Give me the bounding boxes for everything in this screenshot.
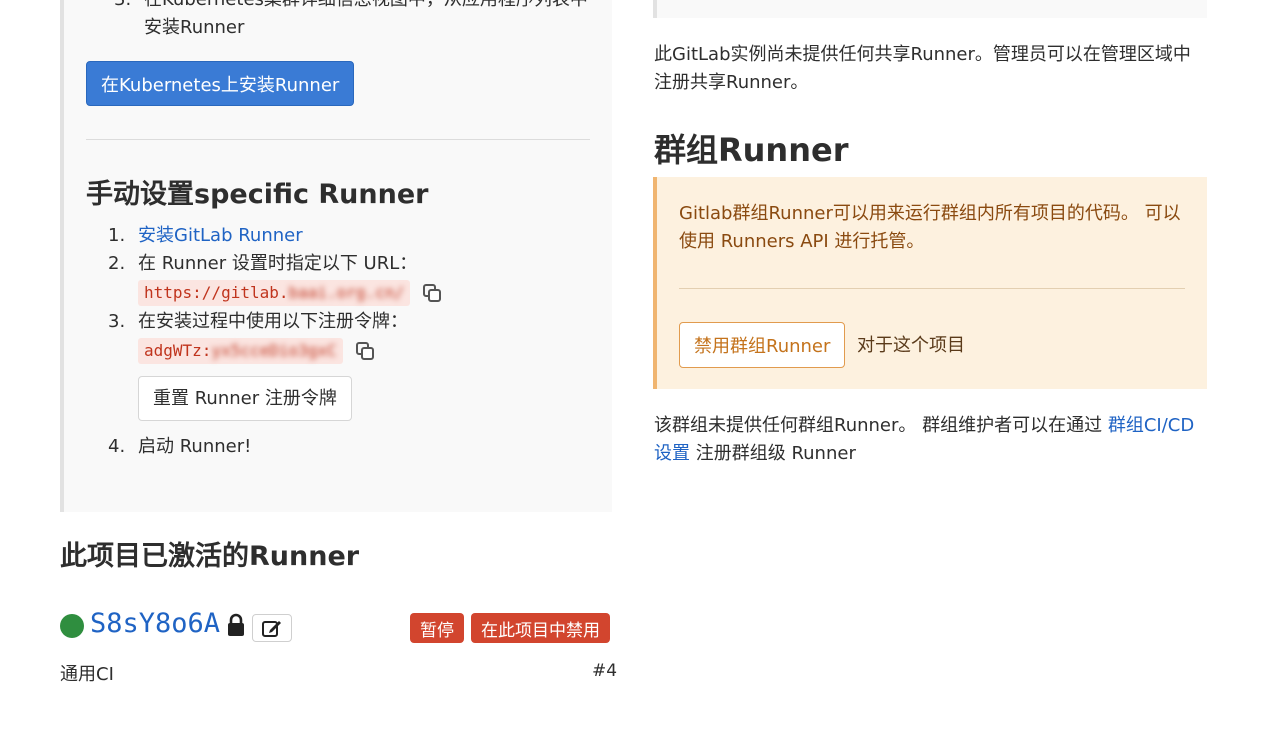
registration-token: adgWTz:yx5cceDio3gxC: [138, 338, 343, 364]
step-1: 1. 安装GitLab Runner: [108, 222, 588, 250]
registration-url: https://gitlab.baai.org.cn/: [138, 280, 410, 306]
step-3-text: 在Kubernetes集群详细信息视图中，从应用程序列表中安装Runner: [144, 0, 588, 38]
step-2: 2. 在 Runner 设置时指定以下 URL：: [108, 250, 588, 278]
pause-runner-button[interactable]: 暂停: [410, 613, 464, 643]
install-runner-on-kubernetes-button[interactable]: 在Kubernetes上安装Runner: [86, 61, 354, 106]
runner-status-icon: [60, 614, 84, 638]
setup-steps-list: 1. 安装GitLab Runner 2. 在 Runner 设置时指定以下 U…: [108, 222, 588, 461]
group-runners-note: 该群组未提供任何群组Runner。 群组维护者可以在通过 群组CI/CD 设置 …: [654, 412, 1199, 468]
group-runners-alert: Gitlab群组Runner可以用来运行群组内所有项目的代码。 可以使用 Run…: [653, 177, 1207, 389]
step-3: 3. 在安装过程中使用以下注册令牌：: [108, 308, 588, 336]
runner-id-link[interactable]: S8sY8o6A: [90, 608, 220, 639]
copy-url-icon[interactable]: [422, 283, 442, 303]
copy-token-icon[interactable]: [355, 341, 375, 361]
shared-runners-note: 此GitLab实例尚未提供任何共享Runner。管理员可以在管理区域中注册共享R…: [654, 41, 1199, 97]
divider: [679, 288, 1185, 289]
active-runners-title: 此项目已激活的Runner: [60, 534, 359, 573]
step-number: 3.: [114, 0, 131, 14]
token-row: adgWTz:yx5cceDio3gxC: [138, 336, 588, 366]
runner-number: #4: [592, 661, 617, 681]
group-runners-title: 群组Runner: [654, 125, 848, 171]
step-4: 4. 启动 Runner!: [108, 433, 588, 461]
lock-icon: [226, 613, 246, 641]
runner-row: S8sY8o6A 暂停 在此项目中禁用: [60, 610, 612, 644]
edit-icon: [261, 618, 283, 638]
disable-group-runners-button[interactable]: 禁用群组Runner: [679, 322, 845, 368]
specific-runner-panel: 3. 在Kubernetes集群详细信息视图中，从应用程序列表中安装Runner…: [60, 0, 612, 512]
edit-runner-button[interactable]: [252, 614, 292, 642]
install-gitlab-runner-link[interactable]: 安装GitLab Runner: [138, 222, 303, 250]
manual-setup-title: 手动设置specific Runner: [86, 172, 428, 211]
group-runners-description: Gitlab群组Runner可以用来运行群组内所有项目的代码。 可以使用 Run…: [679, 200, 1189, 256]
shared-runner-panel-bottom: [653, 0, 1207, 18]
for-this-project-label: 对于这个项目: [857, 331, 965, 357]
runner-description: 通用CI: [60, 660, 114, 686]
url-row: https://gitlab.baai.org.cn/: [138, 278, 588, 308]
disable-runner-for-project-button[interactable]: 在此项目中禁用: [471, 613, 610, 643]
divider: [86, 139, 590, 140]
reset-registration-token-button[interactable]: 重置 Runner 注册令牌: [138, 376, 352, 421]
